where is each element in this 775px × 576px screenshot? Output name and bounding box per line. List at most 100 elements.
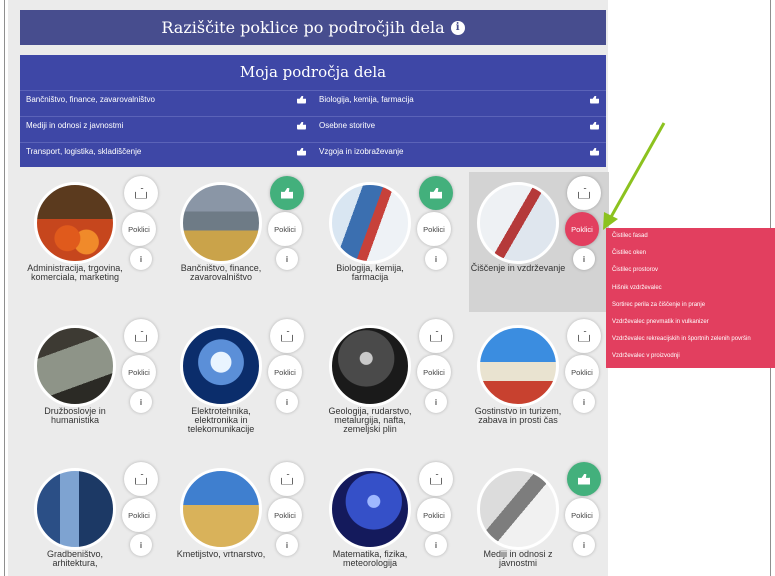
page-title-bar: Raziščite poklice po področjih dela i: [20, 10, 606, 45]
career-area-photo[interactable]: [329, 182, 411, 264]
dropdown-item[interactable]: Hišnik vzdrževalec: [606, 280, 775, 297]
area-item[interactable]: Biologija, kemija, farmacija: [313, 90, 606, 108]
career-area-photo[interactable]: [180, 182, 262, 264]
thumbs-up-icon[interactable]: [124, 176, 158, 210]
career-area-photo[interactable]: [34, 325, 116, 407]
poklici-button[interactable]: Poklici: [122, 498, 156, 532]
thumbs-up-icon[interactable]: [270, 176, 304, 210]
career-area-label: Biologija, kemija, farmacija: [336, 263, 404, 282]
dropdown-item[interactable]: Vzdrževalec v proizvodnji: [606, 348, 775, 365]
career-area-card[interactable]: Gradbeništvo, arhitektura, Poklici i: [26, 458, 166, 576]
thumbs-up-icon[interactable]: [567, 319, 601, 353]
info-button[interactable]: i: [276, 248, 298, 270]
career-area-label: Kmetijstvo, vrtnarstvo,: [176, 549, 266, 559]
area-item-label: Mediji in odnosi z javnostmi: [26, 121, 124, 130]
thumbs-up-icon[interactable]: [419, 462, 453, 496]
area-item-label: Osebne storitve: [319, 121, 376, 130]
career-area-card[interactable]: Mediji in odnosi z javnostmi Poklici i: [469, 458, 609, 576]
area-item[interactable]: Transport, logistika, skladiščenje: [20, 142, 313, 160]
my-areas-title: Moja področja dela: [239, 63, 387, 81]
poklici-button[interactable]: Poklici: [417, 212, 451, 246]
area-item-label: Bančništvo, finance, zavarovalništvo: [26, 95, 155, 104]
career-area-card[interactable]: Čiščenje in vzdrževanje Poklici i: [469, 172, 609, 312]
career-area-card[interactable]: Gostinstvo in turizem, zabava in prosti …: [469, 315, 609, 455]
thumbs-up-icon[interactable]: [270, 319, 304, 353]
poklici-button[interactable]: Poklici: [565, 355, 599, 389]
career-area-photo[interactable]: [477, 325, 559, 407]
info-button[interactable]: i: [425, 534, 447, 556]
career-area-card[interactable]: Družboslovje in humanistika Poklici i: [26, 315, 166, 455]
poklici-button[interactable]: Poklici: [268, 212, 302, 246]
thumbs-up-icon[interactable]: [419, 319, 453, 353]
area-item[interactable]: Mediji in odnosi z javnostmi: [20, 116, 313, 134]
info-button[interactable]: i: [130, 391, 152, 413]
career-area-photo[interactable]: [329, 468, 411, 550]
poklici-button[interactable]: Poklici: [565, 498, 599, 532]
thumbs-up-icon[interactable]: [297, 147, 307, 156]
info-button[interactable]: i: [130, 534, 152, 556]
dropdown-item[interactable]: Sortirec perila za čiščenje in pranje: [606, 297, 775, 314]
career-area-label: Mediji in odnosi z javnostmi: [483, 549, 553, 568]
career-area-card[interactable]: Administracija, trgovina, komerciala, ma…: [26, 172, 166, 312]
dropdown-item[interactable]: Čistilec oken: [606, 245, 775, 262]
info-button[interactable]: i: [130, 248, 152, 270]
career-area-card[interactable]: Biologija, kemija, farmacija Poklici i: [321, 172, 461, 312]
dropdown-item[interactable]: Čistilec prostorov: [606, 262, 775, 279]
dropdown-item[interactable]: Čistilec fasad: [606, 228, 775, 245]
career-area-card[interactable]: Geologija, rudarstvo, metalurgija, nafta…: [321, 315, 461, 455]
info-button[interactable]: i: [573, 391, 595, 413]
career-area-photo[interactable]: [34, 182, 116, 264]
poklici-button[interactable]: Poklici: [268, 498, 302, 532]
dropdown-item[interactable]: Vzdrževalec rekreacijskih in športnih ze…: [606, 331, 775, 348]
career-area-photo[interactable]: [180, 468, 262, 550]
area-item[interactable]: Vzgoja in izobraževanje: [313, 142, 606, 160]
page-title: Raziščite poklice po področjih dela: [161, 18, 445, 37]
thumbs-up-icon[interactable]: [270, 462, 304, 496]
poklici-button[interactable]: Poklici: [268, 355, 302, 389]
info-button[interactable]: i: [276, 391, 298, 413]
poklici-button[interactable]: Poklici: [565, 212, 599, 246]
career-area-label: Geologija, rudarstvo, metalurgija, nafta…: [328, 406, 412, 434]
info-button[interactable]: i: [425, 248, 447, 270]
career-area-photo[interactable]: [329, 325, 411, 407]
area-item-label: Vzgoja in izobraževanje: [319, 147, 404, 156]
career-area-label: Čiščenje in vzdrževanje: [470, 263, 566, 273]
career-area-label: Bančništvo, finance, zavarovalništvo: [180, 263, 262, 282]
info-icon[interactable]: i: [450, 20, 465, 35]
thumbs-up-icon[interactable]: [297, 121, 307, 130]
career-area-card[interactable]: Matematika, fizika, meteorologija Poklici…: [321, 458, 461, 576]
info-button[interactable]: i: [573, 534, 595, 556]
career-area-photo[interactable]: [477, 468, 559, 550]
career-area-card[interactable]: Kmetijstvo, vrtnarstvo, Poklici i: [172, 458, 312, 576]
dropdown-item[interactable]: Vzdrževalec pnevmatik in vulkanizer: [606, 314, 775, 331]
career-area-label: Gradbeništvo, arhitektura,: [46, 549, 104, 568]
poklici-button[interactable]: Poklici: [122, 212, 156, 246]
career-area-card[interactable]: Bančništvo, finance, zavarovalništvo Pokl…: [172, 172, 312, 312]
poklici-button[interactable]: Poklici: [417, 355, 451, 389]
area-item[interactable]: Osebne storitve: [313, 116, 606, 134]
thumbs-up-icon[interactable]: [297, 95, 307, 104]
poklici-button[interactable]: Poklici: [417, 498, 451, 532]
career-area-card[interactable]: Elektrotehnika, elektronika in telekomun…: [172, 315, 312, 455]
info-button[interactable]: i: [425, 391, 447, 413]
career-area-photo[interactable]: [180, 325, 262, 407]
info-button[interactable]: i: [276, 534, 298, 556]
thumbs-up-icon[interactable]: [419, 176, 453, 210]
thumbs-up-icon[interactable]: [590, 147, 600, 156]
thumbs-up-icon[interactable]: [124, 462, 158, 496]
career-area-photo[interactable]: [477, 182, 559, 264]
area-item-label: Transport, logistika, skladiščenje: [26, 147, 142, 156]
career-area-label: Elektrotehnika, elektronika in telekomun…: [187, 406, 255, 434]
area-item-label: Biologija, kemija, farmacija: [319, 95, 414, 104]
career-area-label: Administracija, trgovina, komerciala, ma…: [27, 263, 123, 282]
poklici-button[interactable]: Poklici: [122, 355, 156, 389]
info-button[interactable]: i: [573, 248, 595, 270]
career-area-label: Matematika, fizika, meteorologija: [332, 549, 408, 568]
area-item[interactable]: Bančništvo, finance, zavarovalništvo: [20, 90, 313, 108]
career-area-photo[interactable]: [34, 468, 116, 550]
thumbs-up-icon[interactable]: [567, 462, 601, 496]
thumbs-up-icon[interactable]: [567, 176, 601, 210]
thumbs-up-icon[interactable]: [590, 121, 600, 130]
thumbs-up-icon[interactable]: [124, 319, 158, 353]
thumbs-up-icon[interactable]: [590, 95, 600, 104]
